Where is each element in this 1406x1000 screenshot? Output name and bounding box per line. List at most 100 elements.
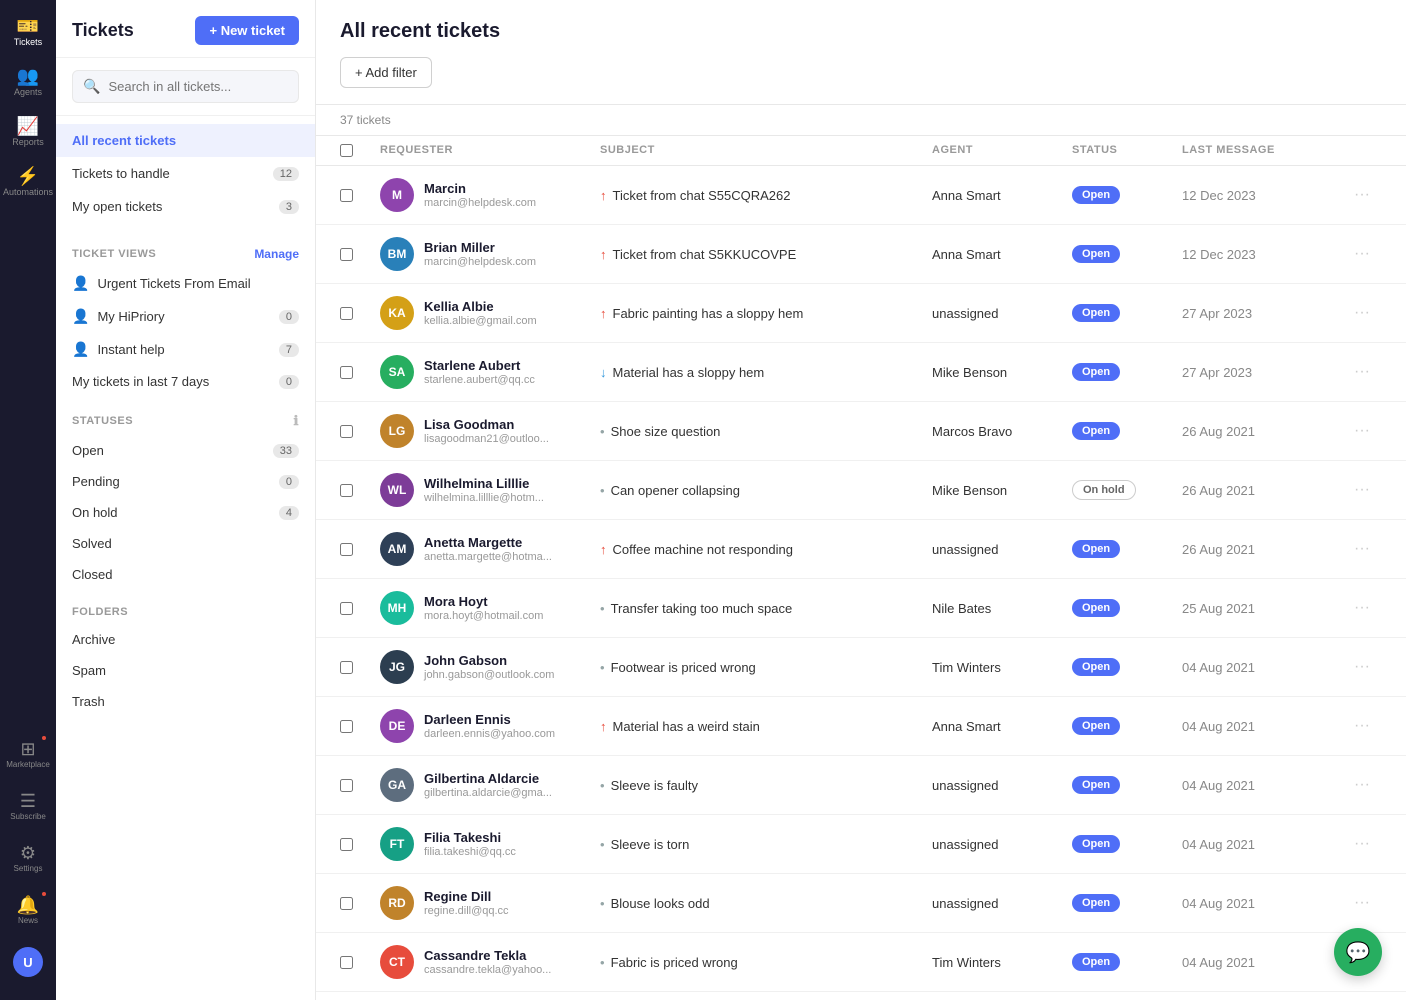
row-select-checkbox[interactable] bbox=[340, 484, 353, 497]
nav-item-settings[interactable]: ⚙ Settings bbox=[4, 834, 52, 882]
ticket-table: REQUESTER SUBJECT AGENT STATUS LAST MESS… bbox=[316, 136, 1406, 1000]
folder-trash[interactable]: Trash bbox=[56, 686, 315, 717]
sidebar-item-tickets-to-handle[interactable]: Tickets to handle 12 bbox=[56, 157, 315, 190]
subject-text: Sleeve is faulty bbox=[611, 778, 698, 793]
table-row[interactable]: RD Regine Dill regine.dill@qq.cc • Blous… bbox=[316, 874, 1406, 933]
requester-email: kellia.albie@gmail.com bbox=[424, 315, 537, 327]
sidebar-item-my-open-tickets[interactable]: My open tickets 3 bbox=[56, 190, 315, 223]
status-badge: Open bbox=[1072, 658, 1120, 676]
table-row[interactable]: JG John Gabson john.gabson@outlook.com •… bbox=[316, 638, 1406, 697]
add-filter-button[interactable]: + Add filter bbox=[340, 57, 432, 88]
table-row[interactable]: LG Lisa Goodman lisagoodman21@outloo... … bbox=[316, 402, 1406, 461]
row-select-checkbox[interactable] bbox=[340, 189, 353, 202]
row-select-checkbox[interactable] bbox=[340, 366, 353, 379]
row-select-checkbox[interactable] bbox=[340, 838, 353, 851]
priority-icon: • bbox=[600, 955, 605, 970]
row-checkbox bbox=[340, 661, 380, 674]
agent-cell: unassigned bbox=[932, 778, 1072, 793]
subject-text: Blouse looks odd bbox=[611, 896, 710, 911]
tickets-nav-label: Tickets bbox=[14, 37, 42, 47]
row-select-checkbox[interactable] bbox=[340, 307, 353, 320]
table-row[interactable]: SB Sofia Bakeman sofia.bakeman@qq.cc ↑ Z… bbox=[316, 992, 1406, 1000]
last-message-cell: 26 Aug 2021 bbox=[1182, 483, 1342, 498]
row-select-checkbox[interactable] bbox=[340, 897, 353, 910]
table-row[interactable]: BM Brian Miller marcin@helpdesk.com ↑ Ti… bbox=[316, 225, 1406, 284]
subject-cell: • Transfer taking too much space bbox=[600, 601, 932, 616]
select-all-checkbox[interactable] bbox=[340, 144, 353, 157]
nav-item-subscribe[interactable]: ☰ Subscribe bbox=[4, 782, 52, 830]
row-actions-button[interactable]: ··· bbox=[1342, 481, 1382, 499]
table-row[interactable]: DE Darleen Ennis darleen.ennis@yahoo.com… bbox=[316, 697, 1406, 756]
row-actions-button[interactable]: ··· bbox=[1342, 186, 1382, 204]
requester-info: Brian Miller marcin@helpdesk.com bbox=[424, 240, 536, 268]
status-solved[interactable]: Solved bbox=[56, 528, 315, 559]
ticket-view-urgent-email[interactable]: 👤 Urgent Tickets From Email bbox=[56, 267, 315, 300]
table-row[interactable]: GA Gilbertina Aldarcie gilbertina.aldarc… bbox=[316, 756, 1406, 815]
row-actions-button[interactable]: ··· bbox=[1342, 835, 1382, 853]
nav-item-tickets[interactable]: 🎫 Tickets bbox=[4, 8, 52, 56]
row-select-checkbox[interactable] bbox=[340, 661, 353, 674]
row-actions-button[interactable]: ··· bbox=[1342, 304, 1382, 322]
row-select-checkbox[interactable] bbox=[340, 956, 353, 969]
status-cell: Open bbox=[1072, 304, 1182, 322]
row-actions-button[interactable]: ··· bbox=[1342, 894, 1382, 912]
table-row[interactable]: MH Mora Hoyt mora.hoyt@hotmail.com • Tra… bbox=[316, 579, 1406, 638]
nav-item-avatar[interactable]: U bbox=[4, 938, 52, 986]
table-row[interactable]: WL Wilhelmina Lilllie wilhelmina.lilllie… bbox=[316, 461, 1406, 520]
table-row[interactable]: AM Anetta Margette anetta.margette@hotma… bbox=[316, 520, 1406, 579]
row-actions-button[interactable]: ··· bbox=[1342, 717, 1382, 735]
row-select-checkbox[interactable] bbox=[340, 779, 353, 792]
row-select-checkbox[interactable] bbox=[340, 720, 353, 733]
last-message-cell: 04 Aug 2021 bbox=[1182, 837, 1342, 852]
row-actions-button[interactable]: ··· bbox=[1342, 363, 1382, 381]
table-row[interactable]: KA Kellia Albie kellia.albie@gmail.com ↑… bbox=[316, 284, 1406, 343]
subject-cell: • Sleeve is torn bbox=[600, 837, 932, 852]
subject-text: Coffee machine not responding bbox=[613, 542, 793, 557]
status-cell: Open bbox=[1072, 835, 1182, 853]
ticket-view-hipriory[interactable]: 👤 My HiPriory 0 bbox=[56, 300, 315, 333]
requester-name: Anetta Margette bbox=[424, 535, 552, 550]
table-header: REQUESTER SUBJECT AGENT STATUS LAST MESS… bbox=[316, 136, 1406, 166]
table-row[interactable]: CT Cassandre Tekla cassandre.tekla@yahoo… bbox=[316, 933, 1406, 992]
row-actions-button[interactable]: ··· bbox=[1342, 776, 1382, 794]
nav-item-automations[interactable]: ⚡ Automations bbox=[4, 158, 52, 206]
row-actions-button[interactable]: ··· bbox=[1342, 245, 1382, 263]
table-row[interactable]: SA Starlene Aubert starlene.aubert@qq.cc… bbox=[316, 343, 1406, 402]
row-actions-button[interactable]: ··· bbox=[1342, 599, 1382, 617]
requester-email: lisagoodman21@outloo... bbox=[424, 433, 549, 445]
table-row[interactable]: FT Filia Takeshi filia.takeshi@qq.cc • S… bbox=[316, 815, 1406, 874]
folder-spam[interactable]: Spam bbox=[56, 655, 315, 686]
row-select-checkbox[interactable] bbox=[340, 248, 353, 261]
status-onhold[interactable]: On hold 4 bbox=[56, 497, 315, 528]
row-checkbox bbox=[340, 897, 380, 910]
row-select-checkbox[interactable] bbox=[340, 543, 353, 556]
requester-info: Gilbertina Aldarcie gilbertina.aldarcie@… bbox=[424, 771, 552, 799]
folder-archive[interactable]: Archive bbox=[56, 624, 315, 655]
requester-info: Cassandre Tekla cassandre.tekla@yahoo... bbox=[424, 948, 551, 976]
row-select-checkbox[interactable] bbox=[340, 425, 353, 438]
nav-item-reports[interactable]: 📈 Reports bbox=[4, 108, 52, 156]
sidebar-item-all-recent[interactable]: All recent tickets bbox=[56, 124, 315, 157]
row-actions-button[interactable]: ··· bbox=[1342, 540, 1382, 558]
ticket-view-last-7-days[interactable]: My tickets in last 7 days 0 bbox=[56, 366, 315, 397]
search-input[interactable] bbox=[108, 79, 288, 94]
ticket-view-instant-help[interactable]: 👤 Instant help 7 bbox=[56, 333, 315, 366]
nav-item-news[interactable]: 🔔 News bbox=[4, 886, 52, 934]
row-actions-button[interactable]: ··· bbox=[1342, 422, 1382, 440]
manage-link[interactable]: Manage bbox=[254, 247, 299, 261]
subject-cell: • Shoe size question bbox=[600, 424, 932, 439]
row-actions-button[interactable]: ··· bbox=[1342, 658, 1382, 676]
status-open[interactable]: Open 33 bbox=[56, 435, 315, 466]
agents-nav-label: Agents bbox=[14, 87, 42, 97]
nav-item-agents[interactable]: 👥 Agents bbox=[4, 58, 52, 106]
nav-item-marketplace[interactable]: ⊞ Marketplace bbox=[4, 730, 52, 778]
status-cell: Open bbox=[1072, 894, 1182, 912]
chat-fab-button[interactable]: 💬 bbox=[1334, 928, 1382, 976]
table-row[interactable]: M Marcin marcin@helpdesk.com ↑ Ticket fr… bbox=[316, 166, 1406, 225]
status-pending[interactable]: Pending 0 bbox=[56, 466, 315, 497]
avatar: KA bbox=[380, 296, 414, 330]
status-closed[interactable]: Closed bbox=[56, 559, 315, 590]
row-select-checkbox[interactable] bbox=[340, 602, 353, 615]
row-checkbox bbox=[340, 956, 380, 969]
new-ticket-button[interactable]: + New ticket bbox=[195, 16, 299, 45]
